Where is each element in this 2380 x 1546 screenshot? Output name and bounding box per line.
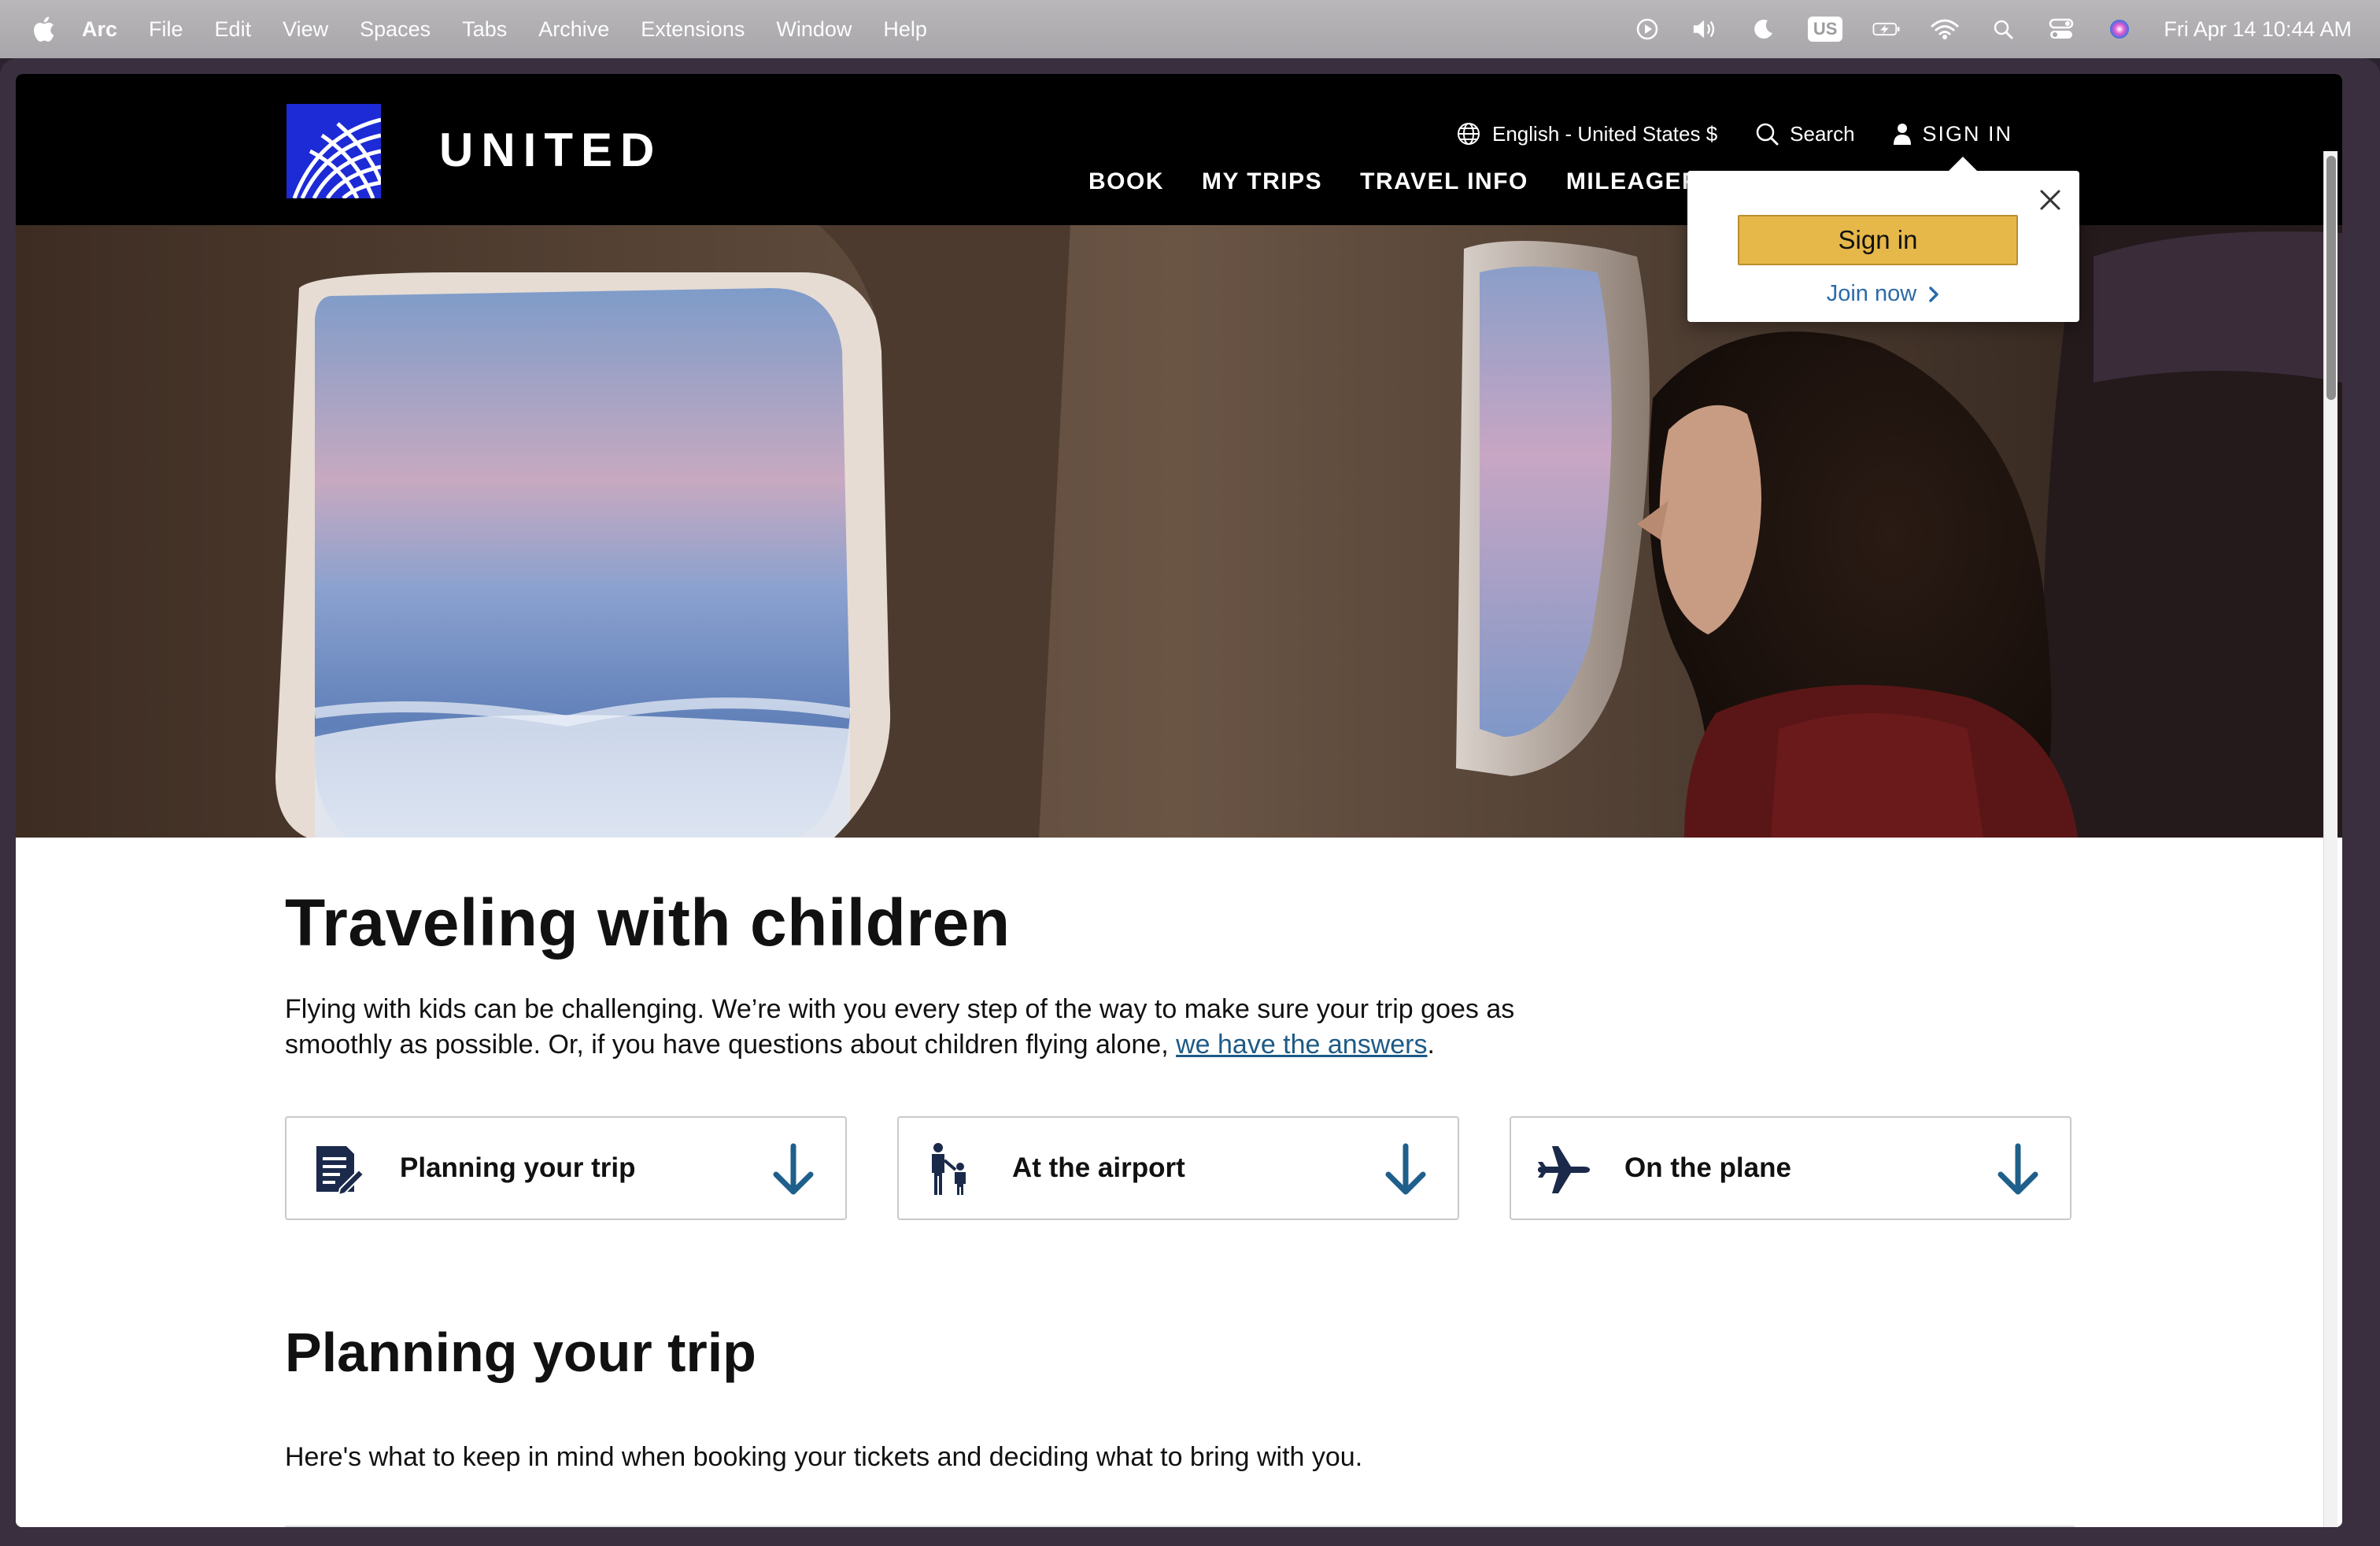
- card-label: On the plane: [1624, 1152, 1791, 1183]
- menu-app-name[interactable]: Arc: [82, 17, 117, 42]
- sign-in-label: SIGN IN: [1922, 121, 2013, 146]
- card-label: Planning your trip: [400, 1152, 636, 1183]
- sign-in-button[interactable]: Sign in: [1738, 215, 2018, 265]
- united-globe-logo[interactable]: [286, 104, 381, 198]
- search-icon: [1756, 123, 1779, 146]
- card-on-the-plane[interactable]: On the plane: [1510, 1116, 2071, 1220]
- utility-nav: English - United States $ Search SIGN IN: [1456, 121, 2050, 146]
- card-label: At the airport: [1012, 1152, 1185, 1183]
- chevron-right-icon: [1929, 287, 1939, 302]
- card-planning-your-trip[interactable]: Planning your trip: [285, 1116, 847, 1220]
- macos-menubar: Arc File Edit View Spaces Tabs Archive E…: [0, 0, 2380, 58]
- main-content: Traveling with children Flying with kids…: [16, 838, 2342, 1527]
- card-at-the-airport[interactable]: At the airport: [897, 1116, 1459, 1220]
- nav-book[interactable]: BOOK: [1088, 168, 1164, 195]
- menubar-clock[interactable]: Fri Apr 14 10:44 AM: [2164, 17, 2352, 42]
- menu-edit[interactable]: Edit: [215, 17, 252, 42]
- scrollbar-thumb[interactable]: [2326, 156, 2336, 400]
- menu-file[interactable]: File: [149, 17, 183, 42]
- control-center-icon[interactable]: [2047, 15, 2075, 43]
- nav-my-trips[interactable]: MY TRIPS: [1202, 168, 1322, 195]
- intro-end: .: [1427, 1030, 1435, 1060]
- browser-window: UNITED English - United States $ Search …: [0, 58, 2380, 1546]
- answers-link[interactable]: we have the answers: [1176, 1030, 1427, 1060]
- sign-in-link[interactable]: SIGN IN: [1893, 122, 2013, 146]
- menu-help[interactable]: Help: [883, 17, 927, 42]
- jump-link-cards: Planning your trip At the airport On the…: [285, 1116, 2071, 1220]
- wifi-icon[interactable]: [1931, 15, 1959, 43]
- menu-spaces[interactable]: Spaces: [360, 17, 431, 42]
- main-nav: BOOK MY TRIPS TRAVEL INFO MILEAGEPLUS: [1088, 168, 1750, 195]
- page-title: Traveling with children: [285, 886, 1011, 960]
- user-icon: [1893, 124, 1911, 145]
- menu-archive[interactable]: Archive: [538, 17, 609, 42]
- language-selector[interactable]: English - United States $: [1456, 121, 1717, 146]
- intro-paragraph: Flying with kids can be challenging. We’…: [285, 992, 1560, 1063]
- menu-tabs[interactable]: Tabs: [462, 17, 507, 42]
- globe-icon: [1458, 123, 1480, 145]
- webpage-viewport: UNITED English - United States $ Search …: [16, 74, 2342, 1527]
- menubar-status-area: US Fri Apr 14 10:44 AM: [1633, 0, 2352, 58]
- join-now-link[interactable]: Join now: [1687, 281, 2079, 307]
- spotlight-search-icon[interactable]: [1989, 15, 2017, 43]
- language-label: English - United States $: [1492, 121, 1718, 146]
- section-title: Planning your trip: [285, 1322, 756, 1383]
- sign-in-popover: Sign in Join now: [1687, 157, 2079, 322]
- apple-icon[interactable]: [31, 16, 55, 43]
- page-scrollbar[interactable]: [2323, 151, 2338, 1527]
- moon-icon[interactable]: [1750, 15, 1778, 43]
- arrow-down-icon: [773, 1143, 814, 1195]
- menu-extensions[interactable]: Extensions: [641, 17, 745, 42]
- airplane-icon: [1538, 1146, 1590, 1193]
- keyboard-layout-badge[interactable]: US: [1807, 17, 1843, 42]
- united-wordmark[interactable]: UNITED: [439, 123, 662, 177]
- search-label: Search: [1790, 121, 1855, 146]
- volume-icon[interactable]: [1691, 15, 1720, 43]
- accordion-container: [285, 1526, 2075, 1527]
- parent-child-icon: [932, 1143, 966, 1195]
- siri-icon[interactable]: [2105, 15, 2134, 43]
- join-now-label: Join now: [1826, 281, 1917, 306]
- search-link[interactable]: Search: [1755, 121, 1855, 146]
- nav-travel-info[interactable]: TRAVEL INFO: [1360, 168, 1528, 195]
- menu-window[interactable]: Window: [776, 17, 852, 42]
- checklist-icon: [316, 1146, 365, 1196]
- section-description: Here's what to keep in mind when booking…: [285, 1442, 1363, 1472]
- play-icon[interactable]: [1633, 15, 1661, 43]
- menu-view[interactable]: View: [283, 17, 328, 42]
- arrow-down-icon: [1385, 1143, 1426, 1195]
- battery-icon[interactable]: [1872, 15, 1901, 43]
- close-icon[interactable]: [2038, 188, 2062, 212]
- arrow-down-icon: [1998, 1143, 2038, 1195]
